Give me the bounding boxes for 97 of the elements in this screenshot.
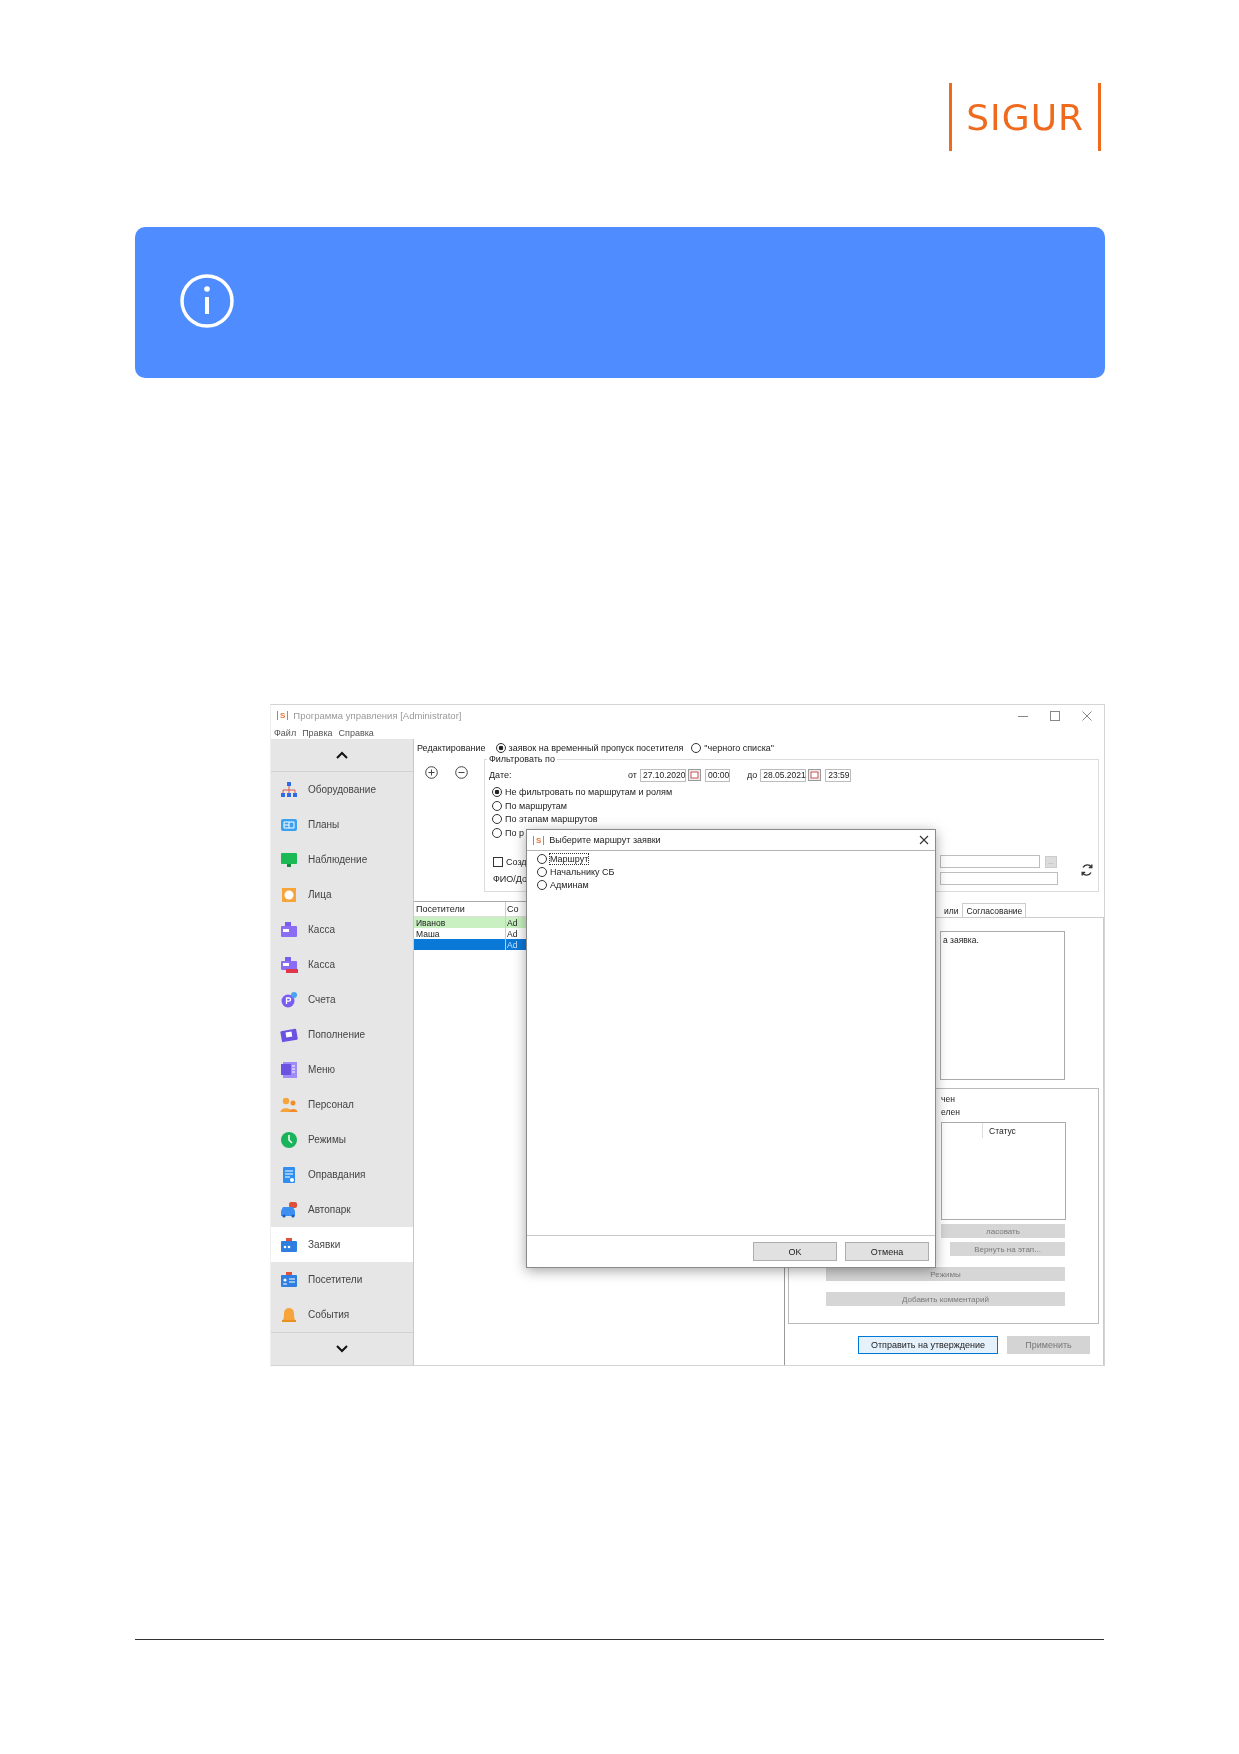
network-icon bbox=[280, 780, 298, 799]
add-icon[interactable] bbox=[425, 766, 438, 779]
sidebar-item[interactable]: Персонал bbox=[271, 1087, 413, 1122]
status-text: елен bbox=[941, 1106, 960, 1117]
window-title: Программа управления [Administrator] bbox=[293, 710, 462, 721]
column-header: Статус bbox=[982, 1123, 1016, 1138]
field-label: ФИО/До bbox=[493, 873, 527, 884]
menu-item[interactable]: Файл bbox=[274, 727, 297, 738]
radio-button[interactable] bbox=[537, 854, 547, 864]
table-cell: Ad bbox=[507, 917, 518, 928]
people-icon bbox=[280, 1095, 298, 1114]
sidebar-item[interactable]: Касса bbox=[271, 912, 413, 947]
sidebar-item[interactable]: События bbox=[271, 1297, 413, 1332]
refresh-icon[interactable] bbox=[1080, 863, 1094, 877]
calendar-icon[interactable] bbox=[808, 769, 822, 781]
radio-button[interactable] bbox=[691, 742, 702, 753]
date-field[interactable]: 27.10.2020 bbox=[639, 768, 686, 782]
sidebar-item[interactable]: Оборудование bbox=[271, 772, 413, 807]
sidebar-item[interactable]: Пополнение bbox=[271, 1017, 413, 1052]
coin-icon bbox=[280, 990, 298, 1009]
chevron-down-icon[interactable] bbox=[336, 1345, 348, 1353]
sidebar-item[interactable]: Счета bbox=[271, 982, 413, 1017]
option-label: По этапам маршрутов bbox=[505, 814, 598, 824]
info-icon bbox=[179, 273, 235, 329]
field-label: Дате: bbox=[489, 770, 513, 780]
date-field[interactable]: 28.05.2021 bbox=[760, 768, 807, 782]
sidebar-item[interactable]: Заявки bbox=[271, 1227, 413, 1262]
suitcase-icon bbox=[280, 1235, 298, 1254]
radio-button[interactable] bbox=[537, 880, 547, 890]
time-field[interactable]: 23:59 bbox=[825, 768, 852, 782]
car-icon bbox=[280, 1200, 298, 1219]
option-label: По маршрутам bbox=[505, 800, 567, 811]
option-label: Админам bbox=[550, 880, 589, 890]
portrait-icon bbox=[280, 885, 298, 904]
field-label: Редактирование bbox=[417, 742, 486, 753]
field-label: от bbox=[628, 770, 637, 780]
action-button[interactable]: Отправить на утверждение bbox=[858, 1335, 998, 1354]
sidebar-item[interactable]: Меню bbox=[271, 1052, 413, 1087]
table-row[interactable]: Ad bbox=[414, 939, 526, 950]
table-cell: Иванов bbox=[416, 917, 446, 928]
radio-button[interactable] bbox=[492, 800, 502, 811]
document-icon bbox=[280, 1060, 298, 1079]
input-field[interactable] bbox=[940, 872, 1058, 885]
table-row[interactable]: Иванов Ad bbox=[414, 917, 526, 928]
table-cell: Маша bbox=[416, 928, 440, 939]
sidebar-item[interactable]: Планы bbox=[271, 807, 413, 842]
sidebar-item[interactable]: Автопарк bbox=[271, 1192, 413, 1227]
calendar-icon[interactable] bbox=[687, 769, 701, 781]
sidebar-item[interactable]: Лица bbox=[271, 877, 413, 912]
menu-item[interactable]: Справка bbox=[338, 727, 374, 738]
option-label: "черного списка" bbox=[704, 742, 774, 753]
brand-logo: SIGUR bbox=[949, 83, 1101, 151]
option-label: заявок на временный пропуск посетителя bbox=[508, 742, 684, 753]
table-cell: Ad bbox=[507, 928, 518, 939]
close-icon[interactable] bbox=[919, 835, 929, 845]
sidebar-item[interactable]: Оправдания bbox=[271, 1157, 413, 1192]
input-field[interactable] bbox=[940, 855, 1040, 868]
radio-button[interactable] bbox=[492, 814, 502, 824]
table-cell: Ad bbox=[507, 939, 518, 950]
checkbox-label: Созд bbox=[506, 856, 527, 867]
maximize-icon[interactable] bbox=[1050, 710, 1060, 721]
cash-register-icon bbox=[280, 920, 298, 939]
clock-icon bbox=[280, 1130, 298, 1149]
sidebar-item[interactable]: Наблюдение bbox=[271, 842, 413, 877]
tab[interactable]: или bbox=[940, 903, 963, 917]
option-label: Маршрут bbox=[550, 854, 589, 864]
dialog-title: Выберите маршрут заявки bbox=[549, 835, 661, 845]
checkbox[interactable] bbox=[493, 856, 503, 867]
status-text: чен bbox=[941, 1093, 955, 1104]
radio-button[interactable] bbox=[537, 867, 547, 877]
option-label: Начальнику СБ bbox=[550, 867, 615, 877]
option-label: По р bbox=[505, 827, 524, 838]
radio-button[interactable] bbox=[492, 787, 502, 797]
field-label: до bbox=[746, 770, 758, 780]
sidebar-item[interactable]: Касса bbox=[271, 947, 413, 982]
tab[interactable]: Согласование bbox=[962, 903, 1027, 917]
column-header: Посетители bbox=[415, 903, 466, 916]
app-logo: S bbox=[533, 835, 545, 845]
id-card-icon bbox=[280, 1270, 298, 1289]
group-title: Фильтровать по bbox=[487, 754, 557, 764]
radio-button[interactable] bbox=[492, 827, 502, 838]
cash-register-icon bbox=[280, 955, 298, 974]
sidebar-item[interactable]: Посетители bbox=[271, 1262, 413, 1297]
bell-icon bbox=[280, 1305, 298, 1324]
monitor-icon bbox=[280, 850, 298, 869]
document-icon bbox=[280, 1165, 298, 1184]
app-logo: S bbox=[277, 711, 289, 720]
remove-icon[interactable] bbox=[455, 766, 468, 779]
option-label: Не фильтровать по маршрутам и ролям bbox=[505, 787, 673, 797]
menu-item[interactable]: Правка bbox=[302, 727, 333, 738]
comment-area[interactable]: а заявка. bbox=[940, 931, 1065, 1080]
radio-button[interactable] bbox=[495, 742, 506, 753]
sidebar-item[interactable]: Режимы bbox=[271, 1122, 413, 1157]
dialog-button[interactable]: Отмена bbox=[845, 1242, 929, 1261]
time-field[interactable]: 00:00 bbox=[704, 768, 730, 782]
dialog-button[interactable]: OK bbox=[753, 1242, 837, 1261]
chevron-up-icon[interactable] bbox=[336, 751, 348, 759]
